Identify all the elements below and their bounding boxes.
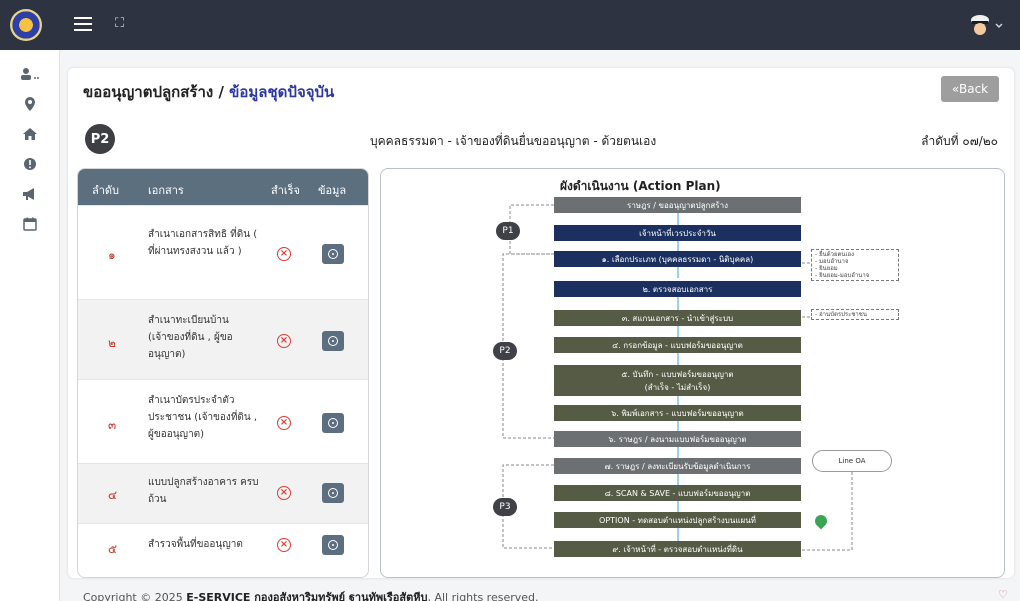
flow-step-line1: ๕. บันทึก - แบบฟอร์มขออนุญาต bbox=[621, 369, 734, 379]
note-line: - ยื่นด้วยตนเอง bbox=[815, 251, 855, 258]
row-document: สำเนาทะเบียนบ้าน (เจ้าของที่ดิน , ผู้ขอ … bbox=[148, 315, 233, 360]
megaphone-icon[interactable] bbox=[0, 182, 60, 206]
person-type-heading: บุคคลธรรมดา - เจ้าของที่ดินยื่นขออนุญาต … bbox=[370, 134, 657, 148]
hamburger-icon[interactable] bbox=[74, 17, 92, 31]
flow-step: OPTION - ทดสอบตำแหน่งปลูกสร้างบนแผนที่ bbox=[554, 512, 801, 528]
flow-step: เจ้าหน้าที่เวรประจำวัน bbox=[554, 225, 801, 241]
info-button[interactable] bbox=[322, 413, 344, 433]
row-document: สำเนาเอกสารสิทธิ ที่ดิน ( ที่ผ่านทรงสงวน… bbox=[148, 229, 258, 257]
flow-step: ราษฎร / ขออนุญาตปลูกสร้าง bbox=[554, 197, 801, 213]
phase-label-p2: P2 bbox=[493, 342, 517, 360]
header-done: สำเร็จ bbox=[271, 184, 301, 197]
sidebar bbox=[0, 50, 60, 601]
table-row: ๒ สำเนาทะเบียนบ้าน (เจ้าของที่ดิน , ผู้ข… bbox=[78, 299, 368, 379]
fullscreen-icon[interactable]: ⛶ bbox=[115, 16, 131, 32]
flow-step: ๘. SCAN & SAVE - แบบฟอร์มขออนุญาต bbox=[554, 485, 801, 501]
user-avatar-icon[interactable] bbox=[968, 12, 1004, 38]
phase-label-p1: P1 bbox=[496, 222, 520, 240]
note-line: - มอบอำนาจ bbox=[815, 258, 849, 265]
header-info: ข้อมูล bbox=[318, 184, 347, 197]
table-row: ๓ สำเนาบัตรประจำตัว ประชาชน (เจ้าของที่ด… bbox=[78, 379, 368, 463]
header-seq: ลำดับ bbox=[92, 184, 120, 197]
info-button[interactable] bbox=[322, 483, 344, 503]
info-button[interactable] bbox=[322, 244, 344, 264]
info-button[interactable] bbox=[322, 331, 344, 351]
document-table: ลำดับ เอกสาร สำเร็จ ข้อมูล ๑ สำเนาเอกสาร… bbox=[77, 168, 369, 578]
home-icon[interactable] bbox=[0, 122, 60, 146]
note-line: - ยินยอม bbox=[815, 265, 838, 272]
footer-suffix: , All rights reserved. bbox=[427, 591, 539, 601]
phase-label-p3: P3 bbox=[493, 498, 517, 516]
failed-x-icon: × bbox=[277, 334, 291, 348]
page-title-sub: ข้อมูลชุดปัจจุบัน bbox=[229, 83, 335, 101]
row-document: แบบปลูกสร้างอาคาร ครบถ้วน bbox=[148, 477, 259, 505]
flow-step: ๓. สแกนเอกสาร - นำเข้าสู่ระบบ bbox=[554, 310, 801, 326]
failed-x-icon: × bbox=[277, 416, 291, 430]
footer-brand: E-SERVICE กองอสังหาริมทรัพย์ ฐานทัพเรือส… bbox=[186, 591, 428, 601]
back-button[interactable]: «Back bbox=[941, 76, 999, 102]
id-card-note: - อ่านบัตรประชาชน bbox=[811, 309, 899, 320]
row-number: ๔ bbox=[108, 488, 118, 502]
sequence-number: ลำดับที่ ๐๗/๒๐ bbox=[921, 134, 998, 148]
flow-step: ๒. ตรวจสอบเอกสาร bbox=[554, 281, 801, 297]
flow-step: ๖. ราษฎร / ลงนามแบบฟอร์มขออนุญาต bbox=[554, 431, 801, 447]
flow-step: ๔. กรอกข้อมูล - แบบฟอร์มขออนุญาต bbox=[554, 337, 801, 353]
line-oa-cloud: Line OA bbox=[812, 450, 892, 472]
flow-step: ๑. เลือกประเภท (บุคคลธรรมดา - นิติบุคคล) bbox=[554, 251, 801, 267]
row-number: ๒ bbox=[108, 336, 116, 350]
row-number: ๑ bbox=[108, 248, 116, 262]
p2-badge: P2 bbox=[85, 124, 115, 154]
user-list-icon[interactable] bbox=[0, 62, 60, 86]
flow-step: ๖. พิมพ์เอกสาร - แบบฟอร์มขออนุญาต bbox=[554, 405, 801, 421]
alert-icon[interactable] bbox=[0, 152, 60, 176]
footer-prefix: Copyright © 2025 bbox=[83, 591, 187, 601]
failed-x-icon: × bbox=[277, 247, 291, 261]
header-doc: เอกสาร bbox=[148, 184, 184, 197]
failed-x-icon: × bbox=[277, 486, 291, 500]
flow-step: ๗. ราษฎร / ลงทะเบียนรับข้อมูลดำเนินการ bbox=[554, 458, 801, 474]
action-plan-title: ผังดำเนินงาน (Action Plan) bbox=[560, 179, 721, 193]
failed-x-icon: × bbox=[277, 538, 291, 552]
row-document: สำเนาบัตรประจำตัว ประชาชน (เจ้าของที่ดิน… bbox=[148, 395, 258, 440]
row-number: ๕ bbox=[108, 542, 118, 556]
navy-logo-icon[interactable] bbox=[10, 9, 42, 41]
table-header: ลำดับ เอกสาร สำเร็จ ข้อมูล bbox=[78, 169, 368, 205]
table-row: ๕ สำรวจพื้นที่ขออนุญาต × bbox=[78, 523, 368, 577]
table-row: ๑ สำเนาเอกสารสิทธิ ที่ดิน ( ที่ผ่านทรงสง… bbox=[78, 205, 368, 299]
flow-step: ๙. เจ้าหน้าที่ - ตรวจสอบตำแหน่งที่ดิน bbox=[554, 541, 801, 557]
heart-icon: ♡ bbox=[998, 588, 1008, 601]
calendar-icon[interactable] bbox=[0, 212, 60, 236]
info-button[interactable] bbox=[322, 535, 344, 555]
map-pin-icon[interactable] bbox=[0, 92, 60, 116]
top-navbar: ⛶ bbox=[0, 0, 1020, 50]
flow-step: ๕. บันทึก - แบบฟอร์มขออนุญาต (สำเร็จ - ไ… bbox=[554, 365, 801, 396]
submit-type-note: - ยื่นด้วยตนเอง - มอบอำนาจ - ยินยอม - ยิ… bbox=[811, 249, 899, 281]
page-title: ขออนุญาตปลูกสร้าง / ข้อมูลชุดปัจจุบัน bbox=[83, 80, 334, 104]
row-number: ๓ bbox=[108, 418, 117, 432]
note-line: - ยินยอม-มอบอำนาจ bbox=[815, 272, 870, 279]
row-document: สำรวจพื้นที่ขออนุญาต bbox=[148, 539, 243, 550]
page-title-main: ขออนุญาตปลูกสร้าง / bbox=[83, 83, 230, 101]
footer-copyright: Copyright © 2025 E-SERVICE กองอสังหาริมท… bbox=[83, 588, 539, 601]
table-row: ๔ แบบปลูกสร้างอาคาร ครบถ้วน × bbox=[78, 463, 368, 523]
flow-step-line2: (สำเร็จ - ไม่สำเร็จ) bbox=[644, 382, 711, 392]
